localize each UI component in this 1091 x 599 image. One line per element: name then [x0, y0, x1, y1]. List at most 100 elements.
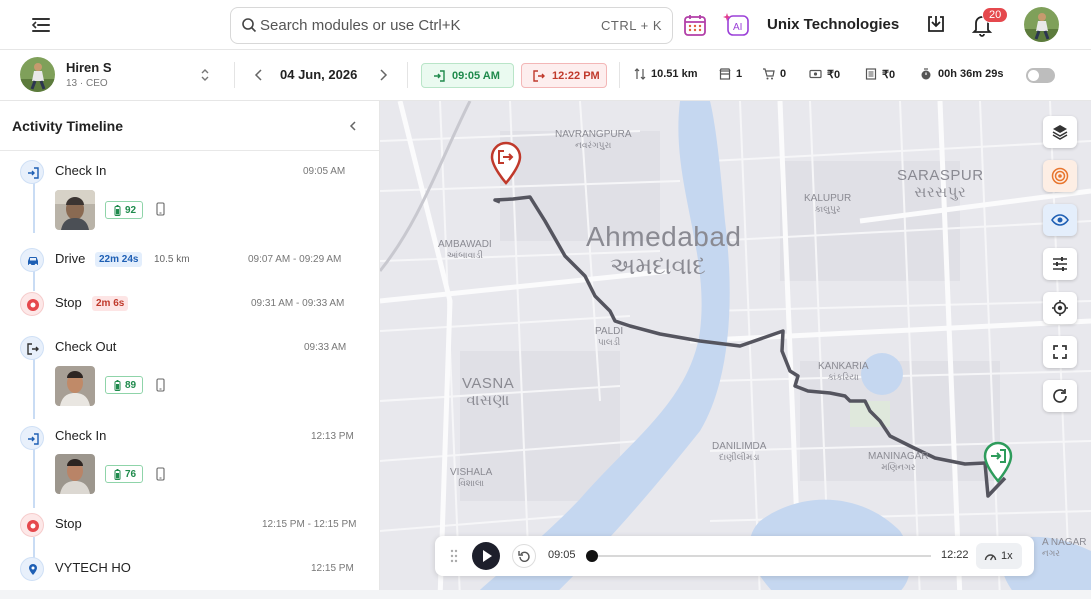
- route-map[interactable]: Ahmedabad અમદાવાદ NAVRANGPURA નવરંગપુરા S…: [380, 101, 1091, 599]
- battery-icon: [114, 205, 121, 216]
- refresh-button[interactable]: [1043, 380, 1077, 412]
- timeline-connector: [33, 537, 35, 559]
- refresh-icon: [1053, 389, 1067, 403]
- replay-button[interactable]: [512, 544, 536, 568]
- playback-speed-button[interactable]: 1x: [976, 543, 1022, 569]
- notification-count-badge: 20: [982, 7, 1009, 23]
- profile-avatar[interactable]: [1024, 7, 1059, 42]
- battery-value: 92: [125, 205, 137, 216]
- timeline-item-title: VYTECH HO: [55, 560, 131, 575]
- previous-date-icon[interactable]: [254, 68, 264, 87]
- timeline-item-time: 12:15 PM - 12:15 PM: [262, 519, 357, 530]
- speedometer-icon: [984, 554, 997, 561]
- drag-handle-icon[interactable]: [450, 549, 458, 563]
- company-name[interactable]: Unix Technologies: [767, 16, 899, 33]
- employee-avatar: [20, 57, 55, 92]
- checkout-selfie-photo[interactable]: [55, 366, 95, 406]
- visits-value: 1: [736, 68, 743, 80]
- checkin-selfie-photo[interactable]: [55, 454, 95, 494]
- area-label: VISHALA વિશાલા: [450, 467, 493, 488]
- route-playback-bar: 09:05 12:22 1x: [435, 536, 1034, 576]
- playback-scrubber-handle[interactable]: [586, 550, 598, 562]
- map-layers-button[interactable]: [1043, 116, 1077, 148]
- checkin-selfie-photo[interactable]: [55, 190, 95, 230]
- timeline-connector: [33, 359, 35, 419]
- divider: [0, 150, 379, 151]
- svg-text:AI: AI: [733, 22, 742, 33]
- mobile-device-icon: [156, 378, 165, 392]
- distance-value: 10.51 km: [651, 68, 698, 80]
- timeline-connector: [33, 448, 35, 508]
- timeline-connector: [33, 183, 35, 233]
- divider: [234, 62, 235, 88]
- battery-level: 92: [105, 201, 143, 219]
- activity-timeline-panel: Activity Timeline Check In 09:05 AM 92 D…: [0, 101, 380, 599]
- timeline-connector: [33, 271, 35, 291]
- calendar-icon[interactable]: [683, 13, 707, 42]
- area-label: A NAGAR નગર: [1042, 537, 1087, 558]
- timeline-item-title: Stop: [55, 516, 82, 531]
- payment-value: ₹0: [882, 69, 896, 81]
- next-date-icon[interactable]: [378, 68, 388, 87]
- duration-value: 00h 36m 29s: [938, 68, 1004, 80]
- orders-value: 0: [780, 68, 787, 80]
- checkin-icon: [20, 426, 44, 450]
- filter-settings-button[interactable]: [1043, 248, 1077, 280]
- battery-value: 89: [125, 380, 137, 391]
- checkout-marker-icon[interactable]: [489, 141, 523, 190]
- panel-title: Activity Timeline: [12, 118, 124, 134]
- checkin-icon: [20, 160, 44, 184]
- playback-speed-value: 1x: [1001, 550, 1013, 562]
- day-summary-bar: Hiren S 13 · CEO 04 Jun, 2026 09:05 AM 1…: [0, 50, 1091, 101]
- expense-value: ₹0: [827, 69, 841, 81]
- timeline-item-title: Check In: [55, 163, 107, 178]
- heatmap-button[interactable]: [1043, 160, 1077, 192]
- drive-duration-chip: 22m 24s: [95, 252, 143, 267]
- search-icon: [242, 18, 257, 33]
- area-label: DANILIMDA દાણીલીમડા: [712, 441, 767, 462]
- battery-value: 76: [125, 469, 137, 480]
- area-label: NAVRANGPURA નવરંગપુરા: [555, 129, 632, 150]
- ai-assistant-icon[interactable]: AI: [723, 12, 751, 43]
- replay-icon: [518, 551, 530, 563]
- timeline-item-title: Check Out: [55, 339, 117, 354]
- timeline-item-time: 09:33 AM: [304, 342, 347, 353]
- locate-button[interactable]: [1043, 292, 1077, 324]
- timer-icon: [921, 68, 931, 80]
- divider: [619, 62, 620, 88]
- playback-end-time: 12:22: [941, 549, 969, 561]
- checkin-marker-icon[interactable]: [982, 441, 1014, 488]
- selected-date[interactable]: 04 Jun, 2026: [280, 67, 357, 82]
- menu-toggle-icon[interactable]: [30, 14, 52, 36]
- play-button[interactable]: [472, 542, 500, 570]
- stop-icon: [20, 513, 44, 537]
- timeline-item-time: 12:13 PM: [311, 431, 354, 442]
- download-icon[interactable]: [925, 13, 947, 40]
- divider: [407, 62, 408, 88]
- fullscreen-button[interactable]: [1043, 336, 1077, 368]
- search-input[interactable]: Search modules or use Ctrl+K CTRL + K: [230, 7, 673, 44]
- checkout-time-pill: 12:22 PM: [521, 63, 607, 88]
- timeline-item-title: Drive: [55, 251, 86, 266]
- checkin-time-pill: 09:05 AM: [421, 63, 514, 88]
- playback-timeline-track[interactable]: [591, 555, 931, 557]
- crosshair-icon: [1052, 300, 1068, 316]
- collapse-panel-icon[interactable]: [348, 119, 358, 137]
- city-label: Ahmedabad: [586, 221, 742, 252]
- fullscreen-icon: [1053, 345, 1067, 359]
- expense-icon: [809, 69, 822, 79]
- checkout-icon: [533, 70, 545, 82]
- employee-switch-icon[interactable]: [200, 68, 210, 87]
- checkin-time: 09:05 AM: [452, 70, 500, 82]
- visibility-button[interactable]: [1043, 204, 1077, 236]
- payment-icon: [865, 68, 877, 80]
- checkout-icon: [20, 336, 44, 360]
- battery-icon: [114, 380, 121, 391]
- play-icon: [483, 550, 492, 562]
- map-canvas: [380, 101, 1091, 599]
- live-tracking-toggle[interactable]: [1026, 68, 1055, 83]
- stop-duration-chip: 2m 6s: [92, 296, 129, 311]
- mobile-device-icon: [156, 202, 165, 216]
- battery-level: 89: [105, 376, 143, 394]
- area-label: PALDI પાલડી: [595, 326, 624, 347]
